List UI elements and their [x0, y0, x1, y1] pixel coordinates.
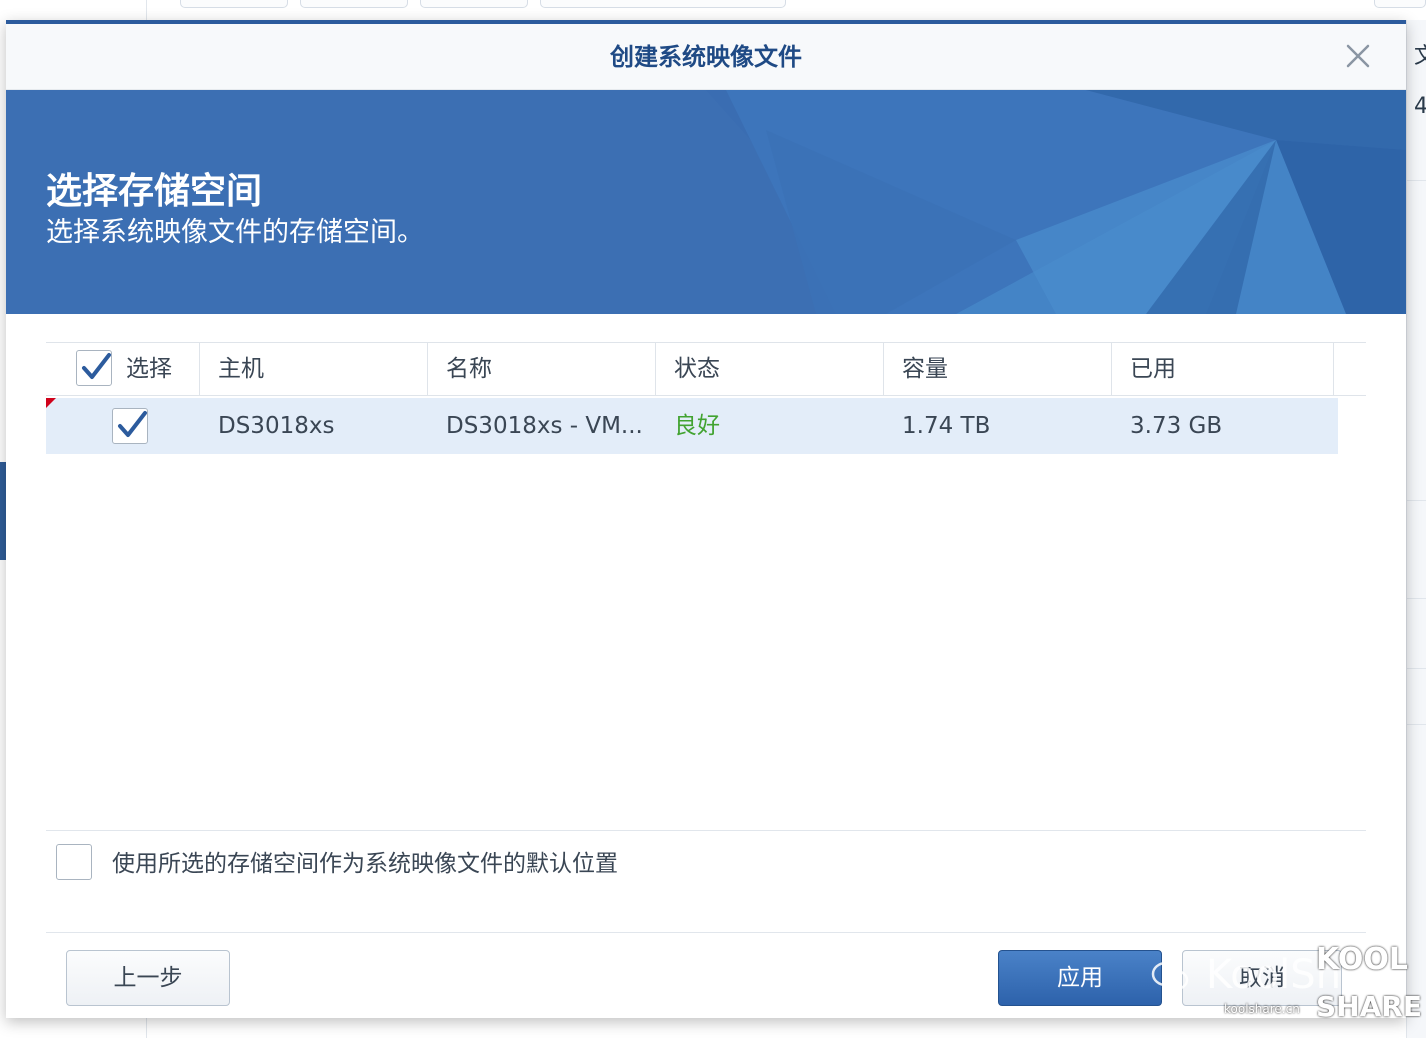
background-divider — [146, 0, 147, 20]
column-header-capacity[interactable]: 容量 — [884, 343, 1112, 395]
row-select-checkbox[interactable] — [112, 408, 148, 444]
checkmark-icon — [118, 411, 147, 437]
default-location-checkbox[interactable] — [56, 844, 92, 880]
background-divider — [1406, 598, 1426, 599]
cell-status: 良好 — [674, 413, 720, 439]
column-header-status[interactable]: 状态 — [656, 343, 884, 395]
background-text: 4 — [1414, 94, 1426, 119]
background-divider — [1406, 668, 1426, 669]
table-row[interactable]: DS3018xs DS3018xs - VM... 良好 1.74 TB 3.7… — [46, 398, 1338, 454]
cell-host: DS3018xs — [218, 413, 335, 439]
background-text: 文 — [1414, 44, 1426, 69]
background-divider — [146, 1018, 147, 1038]
background-divider — [1406, 180, 1426, 181]
divider — [46, 830, 1366, 831]
apply-button[interactable]: 应用 — [998, 950, 1162, 1006]
watermark-logo-bottom: SHARE — [1316, 990, 1422, 1023]
row-flag-marker — [46, 398, 56, 408]
cell-capacity: 1.74 TB — [902, 413, 991, 439]
background-tab — [1374, 0, 1426, 8]
watermark-site: koolshare.cn — [1224, 1002, 1300, 1016]
column-header-label: 选择 — [126, 356, 172, 382]
watermark-logo-top: KOOL — [1316, 942, 1409, 977]
wizard-banner: 选择存储空间 选择系统映像文件的存储空间。 — [6, 90, 1406, 314]
background-tab — [420, 0, 528, 8]
divider — [46, 932, 1366, 933]
close-icon[interactable] — [1342, 40, 1374, 72]
checkmark-icon — [82, 353, 111, 379]
background-divider — [1406, 500, 1426, 501]
cell-name: DS3018xs - VM... — [446, 413, 643, 439]
background-tab — [300, 0, 408, 8]
column-header-host[interactable]: 主机 — [200, 343, 428, 395]
previous-button[interactable]: 上一步 — [66, 950, 230, 1006]
column-header-select[interactable]: 选择 — [46, 343, 200, 395]
dialog-titlebar: 创建系统映像文件 — [6, 24, 1406, 90]
banner-title: 选择存储空间 — [46, 171, 263, 212]
grid-header: 选择 主机 名称 状态 容量 已用 — [46, 342, 1366, 396]
select-all-checkbox[interactable] — [76, 350, 112, 386]
banner-subtitle: 选择系统映像文件的存储空间。 — [46, 217, 424, 248]
background-tab — [540, 0, 786, 8]
koolshare-watermark: KoolShare KOOL SHARE koolshare.cn — [1150, 940, 1422, 1030]
cell-used: 3.73 GB — [1130, 413, 1223, 439]
column-header-used[interactable]: 已用 — [1112, 343, 1334, 395]
wechat-icon — [1151, 961, 1189, 991]
background-tab — [180, 0, 288, 8]
create-system-image-dialog: 创建系统映像文件 选择存储空间 选择系统映像文件的存储空间。 选择 主机 名称 … — [6, 20, 1406, 1018]
background-right-panel — [1406, 20, 1426, 1038]
background-divider — [1406, 724, 1426, 725]
default-location-label: 使用所选的存储空间作为系统映像文件的默认位置 — [112, 851, 618, 877]
column-header-name[interactable]: 名称 — [428, 343, 656, 395]
dialog-title: 创建系统映像文件 — [610, 43, 802, 71]
